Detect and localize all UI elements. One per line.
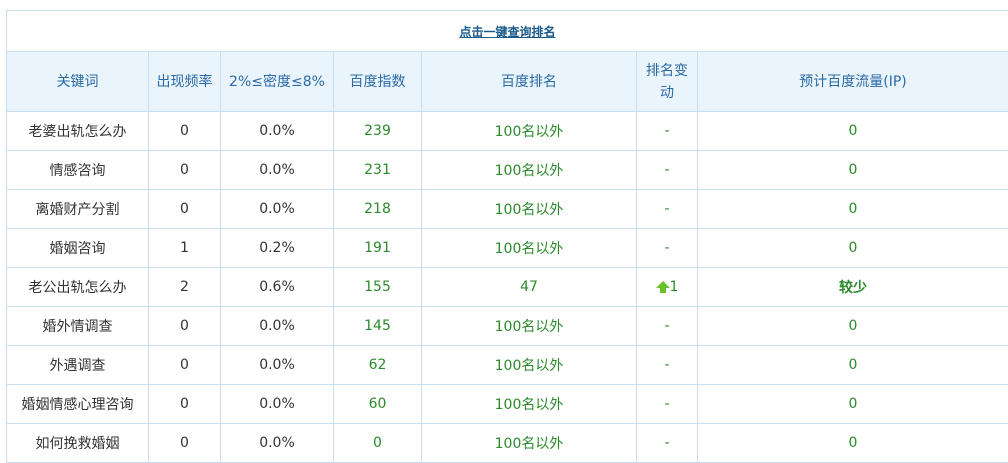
table-row: 老公出轨怎么办 2 0.6% 155 47 1 较少 [6, 267, 1008, 307]
cell-rank-change: - [636, 423, 698, 463]
cell-baidu-index: 60 [333, 384, 422, 424]
keyword-table: 点击一键查询排名 关键词 出现频率 2%≤密度≤8% 百度指数 百度排名 排名变… [6, 10, 1008, 463]
cell-frequency: 0 [148, 384, 221, 424]
cell-baidu-rank: 100名以外 [421, 189, 637, 229]
cell-baidu-rank: 100名以外 [421, 111, 637, 151]
cell-keyword: 情感咨询 [6, 150, 149, 190]
query-row: 点击一键查询排名 [6, 10, 1008, 52]
table-row: 婚外情调查 0 0.0% 145 100名以外 - 0 [6, 306, 1008, 346]
cell-density: 0.0% [220, 306, 334, 346]
cell-density: 0.0% [220, 111, 334, 151]
cell-rank-change: - [636, 189, 698, 229]
cell-rank-change: - [636, 345, 698, 385]
cell-baidu-rank: 100名以外 [421, 228, 637, 268]
query-all-ranks-link[interactable]: 点击一键查询排名 [459, 25, 555, 39]
table-header: 关键词 出现频率 2%≤密度≤8% 百度指数 百度排名 排名变动 预计百度流量(… [6, 51, 1008, 112]
cell-traffic: 0 [697, 228, 1008, 268]
col-keyword: 关键词 [6, 51, 149, 112]
cell-baidu-index: 145 [333, 306, 422, 346]
cell-rank-change: 1 [636, 267, 698, 307]
cell-density: 0.0% [220, 423, 334, 463]
table-row: 婚姻咨询 1 0.2% 191 100名以外 - 0 [6, 228, 1008, 268]
cell-baidu-rank: 100名以外 [421, 423, 637, 463]
cell-traffic: 0 [697, 384, 1008, 424]
cell-baidu-index: 62 [333, 345, 422, 385]
table-row: 情感咨询 0 0.0% 231 100名以外 - 0 [6, 150, 1008, 190]
cell-frequency: 2 [148, 267, 221, 307]
cell-frequency: 0 [148, 423, 221, 463]
col-frequency: 出现频率 [148, 51, 221, 112]
cell-frequency: 0 [148, 111, 221, 151]
col-rank-change-label: 排名变动 [646, 62, 688, 101]
cell-rank-change: - [636, 111, 698, 151]
cell-traffic: 0 [697, 423, 1008, 463]
cell-frequency: 0 [148, 189, 221, 229]
cell-density: 0.0% [220, 384, 334, 424]
cell-density: 0.2% [220, 228, 334, 268]
cell-baidu-index: 218 [333, 189, 422, 229]
cell-traffic: 0 [697, 306, 1008, 346]
cell-baidu-index: 155 [333, 267, 422, 307]
cell-baidu-rank: 100名以外 [421, 306, 637, 346]
keyword-rank-panel: 点击一键查询排名 关键词 出现频率 2%≤密度≤8% 百度指数 百度排名 排名变… [0, 0, 1008, 463]
cell-baidu-rank: 100名以外 [421, 384, 637, 424]
cell-rank-change: - [636, 228, 698, 268]
cell-keyword: 老公出轨怎么办 [6, 267, 149, 307]
cell-traffic: 较少 [697, 267, 1008, 307]
cell-traffic: 0 [697, 150, 1008, 190]
cell-rank-change: - [636, 150, 698, 190]
cell-frequency: 0 [148, 150, 221, 190]
table-row: 离婚财产分割 0 0.0% 218 100名以外 - 0 [6, 189, 1008, 229]
cell-baidu-index: 191 [333, 228, 422, 268]
cell-traffic: 0 [697, 189, 1008, 229]
cell-density: 0.0% [220, 345, 334, 385]
cell-baidu-index: 0 [333, 423, 422, 463]
cell-keyword: 如何挽救婚姻 [6, 423, 149, 463]
table-row: 外遇调查 0 0.0% 62 100名以外 - 0 [6, 345, 1008, 385]
cell-keyword: 老婆出轨怎么办 [6, 111, 149, 151]
cell-frequency: 0 [148, 306, 221, 346]
cell-rank-change: - [636, 384, 698, 424]
col-baidu-index: 百度指数 [333, 51, 422, 112]
col-density: 2%≤密度≤8% [220, 51, 334, 112]
cell-density: 0.0% [220, 150, 334, 190]
cell-keyword: 婚外情调查 [6, 306, 149, 346]
cell-keyword: 离婚财产分割 [6, 189, 149, 229]
cell-frequency: 1 [148, 228, 221, 268]
col-baidu-rank: 百度排名 [421, 51, 637, 112]
cell-density: 0.6% [220, 267, 334, 307]
cell-keyword: 婚姻咨询 [6, 228, 149, 268]
table-row: 如何挽救婚姻 0 0.0% 0 100名以外 - 0 [6, 423, 1008, 463]
cell-baidu-rank: 100名以外 [421, 150, 637, 190]
table-row: 老婆出轨怎么办 0 0.0% 239 100名以外 - 0 [6, 111, 1008, 151]
up-arrow-icon [655, 281, 670, 293]
rank-change-value: 1 [669, 279, 679, 295]
cell-density: 0.0% [220, 189, 334, 229]
table-row: 婚姻情感心理咨询 0 0.0% 60 100名以外 - 0 [6, 384, 1008, 424]
cell-baidu-rank: 47 [421, 267, 637, 307]
col-traffic: 预计百度流量(IP) [697, 51, 1008, 112]
cell-keyword: 外遇调查 [6, 345, 149, 385]
cell-keyword: 婚姻情感心理咨询 [6, 384, 149, 424]
cell-baidu-index: 231 [333, 150, 422, 190]
cell-traffic: 0 [697, 345, 1008, 385]
cell-traffic: 0 [697, 111, 1008, 151]
cell-frequency: 0 [148, 345, 221, 385]
cell-baidu-rank: 100名以外 [421, 345, 637, 385]
col-rank-change: 排名变动 [636, 51, 698, 112]
cell-baidu-index: 239 [333, 111, 422, 151]
cell-rank-change: - [636, 306, 698, 346]
